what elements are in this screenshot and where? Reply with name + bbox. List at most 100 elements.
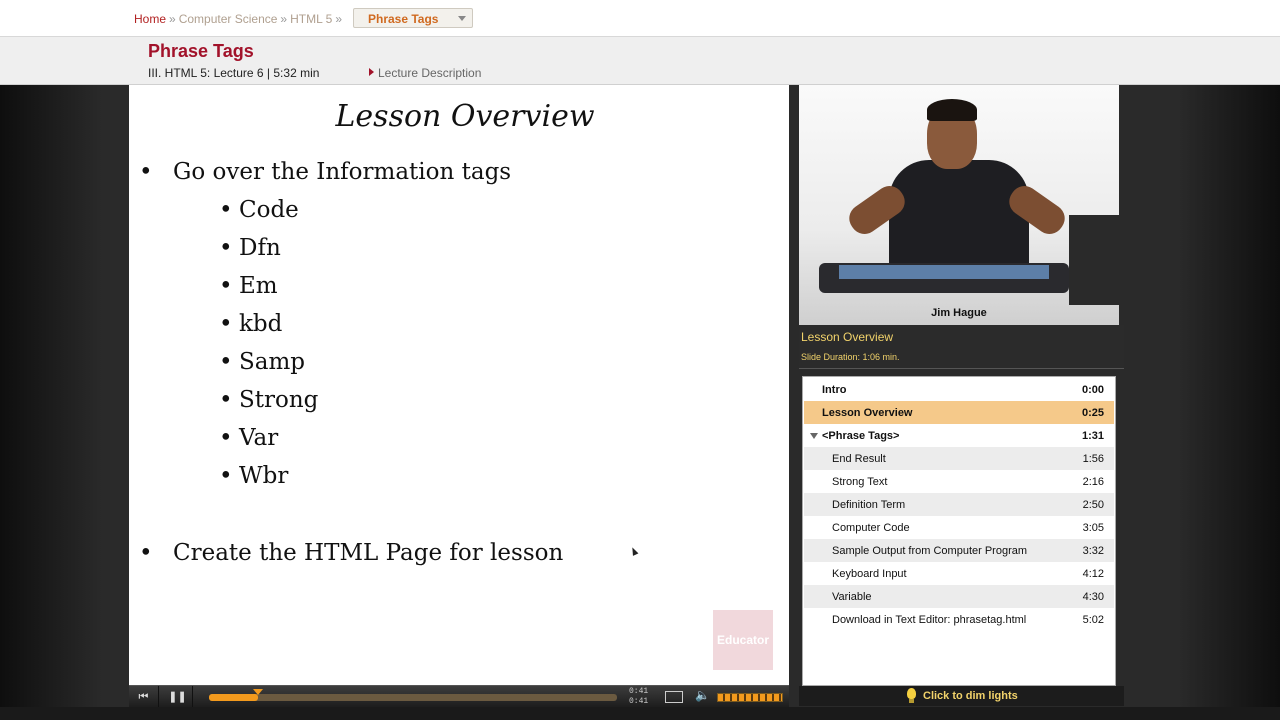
slide-duration: Slide Duration: 1:06 min. bbox=[801, 352, 900, 362]
chapter-item[interactable]: <Phrase Tags> 1:31 bbox=[804, 424, 1114, 447]
slide-subitem: • Samp bbox=[219, 349, 305, 375]
chapter-item[interactable]: Download in Text Editor: phrasetag.html 5… bbox=[804, 608, 1114, 631]
bullet-dot: • bbox=[219, 349, 233, 375]
slide-subitem-text: Dfn bbox=[239, 235, 281, 261]
volume-icon[interactable]: 🔈 bbox=[695, 688, 710, 702]
breadcrumb: Home» Computer Science» HTML 5» bbox=[134, 12, 345, 26]
chapter-label: Variable bbox=[832, 591, 872, 603]
breadcrumb-computer-science[interactable]: Computer Science bbox=[179, 12, 278, 26]
dim-lights-label: Click to dim lights bbox=[923, 690, 1018, 702]
chapter-item[interactable]: Sample Output from Computer Program 3:32 bbox=[804, 539, 1114, 562]
slide-subitem-text: Var bbox=[239, 425, 279, 451]
current-slide-title: Lesson Overview bbox=[801, 330, 894, 344]
chapter-time: 0:00 bbox=[1081, 384, 1104, 396]
lecture-select-dropdown[interactable]: Phrase Tags bbox=[353, 8, 473, 28]
slide-subitem: • Var bbox=[219, 425, 278, 451]
slide-bullet-text: Create the HTML Page for lesson bbox=[173, 540, 564, 566]
chapter-item[interactable]: Computer Code 3:05 bbox=[804, 516, 1114, 539]
lecture-description-link[interactable]: Lecture Description bbox=[369, 66, 481, 80]
slide-subitem-text: Samp bbox=[239, 349, 306, 375]
mouse-cursor-icon bbox=[629, 546, 639, 556]
chapter-label: End Result bbox=[832, 453, 886, 465]
instructor-video[interactable]: Jim Hague bbox=[799, 85, 1119, 325]
chapter-item[interactable]: Keyboard Input 4:12 bbox=[804, 562, 1114, 585]
chapter-time: 0:25 bbox=[1081, 407, 1104, 419]
slide-subitem-text: Strong bbox=[239, 387, 319, 413]
chapter-time: 4:30 bbox=[1082, 591, 1104, 603]
seek-handle[interactable] bbox=[252, 689, 263, 695]
slide-info: Lesson Overview Slide Duration: 1:06 min… bbox=[799, 325, 1124, 369]
fullscreen-icon[interactable] bbox=[665, 691, 683, 703]
expand-arrow-icon[interactable] bbox=[810, 433, 818, 439]
chapter-item[interactable]: Intro 0:00 bbox=[804, 378, 1114, 401]
slide-subitem-text: Code bbox=[239, 197, 299, 223]
chapter-time: 5:02 bbox=[1082, 614, 1104, 626]
laptop-shape bbox=[1069, 215, 1119, 305]
slide-subitem-text: Wbr bbox=[239, 463, 289, 489]
slide-subitem: • Dfn bbox=[219, 235, 281, 261]
chapter-item[interactable]: Variable 4:30 bbox=[804, 585, 1114, 608]
chapter-label: Strong Text bbox=[832, 476, 888, 488]
presenter-body bbox=[889, 160, 1029, 280]
slide-subitem: • kbd bbox=[219, 311, 282, 337]
slide-subitem: • Code bbox=[219, 197, 299, 223]
dim-lights-bar[interactable]: Click to dim lights bbox=[799, 686, 1124, 706]
slide-bullet-text: Go over the Information tags bbox=[173, 159, 512, 185]
breadcrumb-html5[interactable]: HTML 5 bbox=[290, 12, 332, 26]
chapter-label: Sample Output from Computer Program bbox=[832, 545, 1028, 557]
page-title: Phrase Tags bbox=[148, 41, 254, 61]
chapter-label: <Phrase Tags> bbox=[822, 430, 900, 442]
chapter-label: Download in Text Editor: phrasetag.html bbox=[832, 614, 1027, 626]
chevron-down-icon bbox=[458, 16, 466, 21]
chapter-time: 3:32 bbox=[1082, 545, 1104, 557]
bullet-dot: • bbox=[219, 197, 233, 223]
presenter-name: Jim Hague bbox=[931, 307, 987, 319]
chapter-label: Keyboard Input bbox=[832, 568, 907, 580]
breadcrumb-separator: » bbox=[335, 12, 343, 26]
pause-button[interactable]: ❚❚ bbox=[163, 686, 193, 708]
elapsed-time: 0:41 bbox=[629, 687, 649, 696]
bullet-dot: • bbox=[139, 540, 153, 566]
slide-subitem-text: Em bbox=[239, 273, 278, 299]
caret-right-icon bbox=[369, 68, 374, 76]
chapter-label: Definition Term bbox=[832, 499, 906, 511]
chapter-time: 1:56 bbox=[1082, 453, 1104, 465]
chapter-time: 2:16 bbox=[1082, 476, 1104, 488]
breadcrumb-separator: » bbox=[280, 12, 288, 26]
chapter-time: 4:12 bbox=[1082, 568, 1104, 580]
slide-bullet: • Create the HTML Page for lesson bbox=[139, 540, 563, 566]
slide-title: Lesson Overview bbox=[335, 99, 595, 134]
chapter-time: 2:50 bbox=[1082, 499, 1104, 511]
bullet-dot: • bbox=[219, 235, 233, 261]
chapter-time: 1:31 bbox=[1081, 430, 1104, 442]
skip-back-button[interactable]: ⏮ bbox=[129, 686, 159, 708]
breadcrumb-separator: » bbox=[169, 12, 176, 26]
lecture-select-value: Phrase Tags bbox=[368, 12, 439, 26]
chapter-label: Computer Code bbox=[832, 522, 910, 534]
presenter-hair bbox=[927, 99, 977, 121]
slide-bullet: • Go over the Information tags bbox=[139, 159, 511, 185]
volume-slider[interactable] bbox=[717, 693, 783, 702]
chapter-item[interactable]: End Result 1:56 bbox=[804, 447, 1114, 470]
slide-subitem: • Strong bbox=[219, 387, 318, 413]
chapter-list: Intro 0:00 Lesson Overview 0:25 <Phrase Tags… bbox=[802, 376, 1116, 686]
seek-progress bbox=[209, 694, 258, 701]
seek-bar[interactable] bbox=[209, 689, 617, 701]
slide-subitem: • Em bbox=[219, 273, 278, 299]
lightbulb-icon bbox=[907, 688, 916, 699]
chapter-item[interactable]: Strong Text 2:16 bbox=[804, 470, 1114, 493]
chapter-item[interactable]: Definition Term 2:50 bbox=[804, 493, 1114, 516]
chapter-label: Lesson Overview bbox=[822, 407, 913, 419]
bottom-strip bbox=[0, 707, 1280, 720]
lecture-description-label: Lecture Description bbox=[378, 66, 482, 80]
educator-watermark: Educator bbox=[713, 610, 773, 670]
total-time: 0:41 bbox=[629, 697, 649, 706]
breadcrumb-home[interactable]: Home bbox=[134, 12, 166, 26]
chapter-time: 3:05 bbox=[1082, 522, 1104, 534]
time-display: 0:41 0:41 bbox=[629, 687, 648, 707]
player-controls: ⏮ ❚❚ 0:41 0:41 🔈 bbox=[129, 685, 789, 708]
bullet-dot: • bbox=[219, 273, 233, 299]
chapter-item[interactable]: Lesson Overview 0:25 bbox=[804, 401, 1114, 424]
bullet-dot: • bbox=[139, 159, 153, 185]
lecture-meta: III. HTML 5: Lecture 6 | 5:32 min bbox=[148, 66, 320, 80]
